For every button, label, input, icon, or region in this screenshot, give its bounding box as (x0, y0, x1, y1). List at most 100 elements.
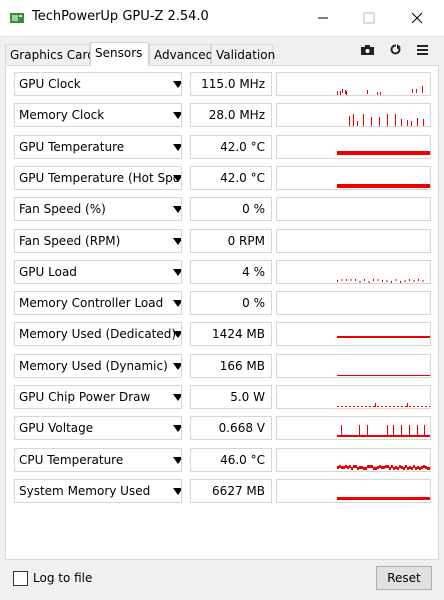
sensor-name-dropdown[interactable]: GPU Clock (14, 72, 182, 96)
graph-trace (371, 117, 372, 127)
dropdown-arrow-icon[interactable] (173, 112, 181, 120)
sensor-name-label: System Memory Used (19, 483, 151, 498)
graph-trace (357, 466, 359, 470)
graph-trace (412, 89, 413, 93)
log-to-file-label[interactable]: Log to file (33, 571, 92, 586)
tab-graphics-card[interactable]: Graphics Card (5, 44, 95, 64)
gpu-z-app-icon (10, 13, 24, 23)
sensor-graph (276, 291, 431, 316)
sensor-row-memory-used-dynamic: Memory Used (Dynamic) 166 MB (14, 353, 435, 378)
dropdown-arrow-icon[interactable] (173, 331, 181, 339)
graph-trace (337, 150, 430, 155)
graph-trace (337, 374, 430, 376)
graph-trace (337, 435, 430, 438)
graph-trace (407, 403, 408, 407)
sensor-name-dropdown[interactable]: GPU Load (14, 259, 182, 284)
graph-trace (377, 406, 379, 407)
sensor-value: 42.0 °C (190, 165, 272, 190)
graph-trace (375, 466, 377, 470)
dropdown-arrow-icon[interactable] (173, 300, 181, 308)
sensor-graph (276, 103, 431, 128)
sensor-name-label: GPU Load (19, 264, 77, 279)
sensor-name-dropdown[interactable]: Memory Clock (14, 103, 182, 128)
dropdown-arrow-icon[interactable] (173, 237, 181, 245)
graph-trace (353, 114, 354, 127)
tab-advanced[interactable]: Advanced (149, 44, 213, 64)
sensor-name-dropdown[interactable]: Memory Controller Load (14, 291, 182, 316)
sensor-row-gpu-temperature-hot-spot: GPU Temperature (Hot Spot) 42.0 °C (14, 165, 435, 190)
dropdown-arrow-icon[interactable] (173, 174, 181, 182)
graph-trace (365, 466, 367, 470)
graph-trace (355, 278, 356, 281)
graph-trace (395, 114, 396, 127)
graph-trace (381, 465, 383, 469)
sensor-graph-plot (277, 230, 431, 253)
sensor-graph (276, 353, 431, 378)
sensor-value: 28.0 MHz (190, 103, 272, 128)
log-to-file-checkbox[interactable] (13, 571, 28, 586)
sensor-name-dropdown[interactable]: Memory Used (Dynamic) (14, 353, 182, 378)
close-button[interactable] (394, 0, 440, 36)
menu-icon[interactable] (417, 44, 428, 55)
minimize-button[interactable] (300, 0, 346, 36)
sensor-graph (276, 322, 431, 347)
graph-trace (387, 114, 388, 127)
graph-trace (337, 336, 430, 339)
graph-trace (365, 406, 367, 407)
sensor-graph-plot (337, 496, 430, 500)
dropdown-arrow-icon[interactable] (173, 487, 181, 495)
graph-trace (405, 406, 407, 407)
sensor-name-dropdown[interactable]: GPU Voltage (14, 416, 182, 441)
maximize-icon (363, 12, 375, 24)
dropdown-arrow-icon[interactable] (173, 268, 181, 276)
maximize-button[interactable] (346, 0, 392, 36)
sensor-name-dropdown[interactable]: Fan Speed (RPM) (14, 228, 182, 253)
reset-button[interactable]: Reset (376, 566, 432, 590)
dropdown-arrow-icon[interactable] (173, 362, 181, 370)
graph-trace (391, 464, 393, 468)
sensor-value: 0 % (190, 197, 272, 222)
graph-trace (409, 406, 411, 407)
camera-icon[interactable] (361, 44, 374, 55)
graph-trace (379, 117, 380, 127)
graph-trace (423, 464, 425, 468)
sensor-graph (276, 72, 431, 96)
sensor-graph (276, 197, 431, 222)
sensor-name-dropdown[interactable]: Fan Speed (%) (14, 197, 182, 222)
graph-trace (367, 425, 368, 438)
sensor-name-dropdown[interactable]: GPU Temperature (14, 134, 182, 159)
graph-trace (413, 406, 415, 407)
dropdown-arrow-icon[interactable] (173, 206, 181, 214)
sensor-name-dropdown[interactable]: Memory Used (Dedicated) (14, 322, 182, 347)
sensor-value: 0 RPM (190, 228, 272, 253)
sensor-name-label: GPU Temperature (Hot Spot) (19, 170, 182, 185)
graph-trace (341, 406, 343, 407)
dropdown-arrow-icon[interactable] (173, 425, 181, 433)
sensor-name-dropdown[interactable]: GPU Chip Power Draw (14, 385, 182, 409)
graph-trace (405, 464, 407, 468)
graph-trace (373, 466, 375, 470)
sensor-name-dropdown[interactable]: System Memory Used (14, 478, 182, 503)
graph-trace (423, 119, 424, 127)
tab-sensors[interactable]: Sensors (90, 42, 149, 66)
dropdown-arrow-icon[interactable] (173, 81, 181, 88)
sensor-row-gpu-clock: GPU Clock 115.0 MHz (14, 72, 435, 96)
dropdown-arrow-icon[interactable] (173, 456, 181, 464)
dropdown-arrow-icon[interactable] (173, 394, 181, 401)
graph-trace (353, 406, 355, 407)
refresh-icon[interactable] (390, 44, 401, 55)
dropdown-arrow-icon[interactable] (173, 143, 181, 151)
sensor-name-dropdown[interactable]: CPU Temperature (14, 447, 182, 472)
sensor-row-system-memory-used: System Memory Used 6627 MB (14, 478, 435, 503)
sensor-name-dropdown[interactable]: GPU Temperature (Hot Spot) (14, 165, 182, 190)
graph-trace (401, 425, 402, 438)
graph-trace (346, 91, 347, 95)
sensor-graph-plot (277, 292, 431, 315)
sensor-graph (276, 134, 431, 159)
graph-trace (387, 425, 388, 438)
graph-trace (345, 464, 347, 468)
graph-trace (425, 465, 427, 469)
title-bar: TechPowerUp GPU-Z 2.54.0 (0, 0, 444, 37)
tab-validation[interactable]: Validation (211, 44, 275, 64)
sensor-graph-plot (337, 150, 430, 155)
